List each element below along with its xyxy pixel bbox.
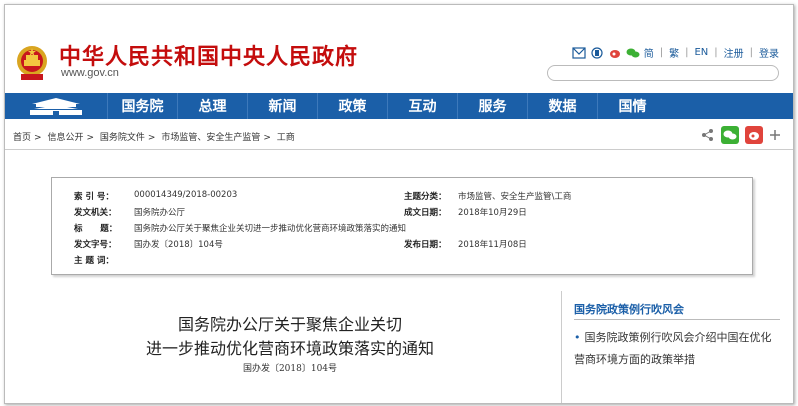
written-date-value: 2018年10月29日 [458, 208, 527, 218]
doc-title-value: 国务院办公厅关于聚焦企业关切进一步推动优化营商环境政策落实的通知 [134, 224, 407, 234]
publish-date-label: 发布日期： [404, 240, 447, 250]
breadcrumb-separator: > [147, 133, 156, 143]
breadcrumb-xinxi-gongkai[interactable]: 信息公开 [47, 133, 83, 143]
bullet-icon: • [574, 331, 581, 344]
sidebar-link[interactable]: • 国务院政策例行吹风会介绍中国在优化营商环境方面的政策举措 [574, 327, 780, 371]
breadcrumb-shichang-jianguan[interactable]: 市场监管、安全生产监管 [161, 133, 260, 143]
topic-label: 主题分类： [404, 192, 447, 202]
publish-date-value: 2018年11月08日 [458, 240, 527, 250]
sidebar-link-text[interactable]: 国务院政策例行吹风会介绍中国在优化营商环境方面的政策举措 [574, 331, 772, 366]
breadcrumb-separator: > [263, 133, 271, 143]
issuing-authority-label: 发文机关： [74, 208, 117, 218]
site-url[interactable]: www.gov.cn [61, 67, 119, 79]
breadcrumb-separator: > [34, 133, 42, 143]
share-icon[interactable] [701, 128, 715, 142]
wechat-icon[interactable] [626, 47, 640, 59]
sidebar-title[interactable]: 国务院政策例行吹风会 [574, 301, 684, 317]
english-link[interactable]: EN [694, 47, 708, 58]
doc-number-label: 发文字号： [74, 240, 117, 250]
info-row: 发文机关： 国务院办公厅 成文日期： 2018年10月29日 [52, 206, 752, 219]
topic-value: 市场监管、安全生产监管\工商 [458, 192, 572, 202]
sidebar-divider [574, 319, 780, 320]
nav-item-xinwen[interactable]: 新闻 [247, 93, 317, 119]
article-title-line-2: 进一步推动优化营商环境政策落实的通知 [145, 339, 434, 358]
mobile-icon[interactable] [590, 46, 604, 59]
breadcrumb-home[interactable]: 首页 [13, 133, 31, 143]
breadcrumb-guowuyuan-wenjian[interactable]: 国务院文件 [100, 133, 145, 143]
article-doc-number: 国办发〔2018〕104号 [242, 364, 338, 374]
nav-item-fuwu[interactable]: 服务 [457, 93, 527, 119]
info-row: 标 题： 国务院办公厅关于聚焦企业关切进一步推动优化营商环境政策落实的通知 [52, 222, 752, 235]
weibo-share-button[interactable] [745, 126, 763, 144]
share-bar [701, 126, 781, 144]
simplified-chinese-link[interactable]: 简 [644, 45, 654, 60]
written-date-label: 成文日期： [404, 208, 447, 218]
info-row: 发文字号： 国办发〔2018〕104号 发布日期： 2018年11月08日 [52, 238, 752, 251]
browser-page: 中华人民共和国中央人民政府 www.gov.cn 简 | 繁 | EN | 注册… [4, 4, 794, 404]
tiananmen-icon [30, 98, 82, 115]
breadcrumb-gongshang[interactable]: 工商 [277, 133, 295, 143]
article-title-line-1: 国务院办公厅关于聚焦企业关切 [177, 315, 402, 334]
wechat-icon [723, 130, 737, 140]
info-row: 主 题 词： [52, 254, 752, 267]
main-nav: 国务院 总理 新闻 政策 互动 服务 数据 国情 [5, 93, 793, 119]
doc-title-label: 标 题： [74, 224, 118, 234]
search-input[interactable] [547, 65, 779, 81]
breadcrumb-separator: > [86, 133, 94, 143]
document-info-box: 索 引 号： 000014349/2018-00203 主题分类： 市场监管、安… [51, 177, 753, 275]
nav-item-shuju[interactable]: 数据 [527, 93, 597, 119]
toolbar-separator: | [685, 47, 689, 58]
weibo-icon[interactable] [608, 47, 622, 59]
nav-item-hudong[interactable]: 互动 [387, 93, 457, 119]
site-header: 中华人民共和国中央人民政府 www.gov.cn 简 | 繁 | EN | 注册… [5, 5, 793, 91]
nav-item-zongli[interactable]: 总理 [177, 93, 247, 119]
breadcrumb: 首页 > 信息公开 > 国务院文件 > 市场监管、安全生产监管 > 工商 [13, 130, 298, 143]
nav-item-zhengce[interactable]: 政策 [317, 93, 387, 119]
toolbar-separator: | [749, 47, 753, 58]
traditional-chinese-link[interactable]: 繁 [669, 45, 679, 60]
nav-item-guoqing[interactable]: 国情 [597, 93, 667, 119]
info-row: 索 引 号： 000014349/2018-00203 主题分类： 市场监管、安… [52, 190, 752, 203]
toolbar-separator: | [659, 47, 664, 58]
national-emblem-icon[interactable] [15, 43, 49, 83]
right-sidebar: 国务院政策例行吹风会 • 国务院政策例行吹风会介绍中国在优化营商环境方面的政策举措 [561, 291, 793, 403]
index-number-value: 000014349/2018-00203 [134, 190, 238, 200]
doc-number-value: 国办发〔2018〕104号 [134, 240, 223, 250]
nav-item-guowuyuan[interactable]: 国务院 [107, 93, 177, 119]
weibo-icon [749, 132, 759, 140]
keywords-label: 主 题 词： [74, 256, 114, 266]
register-link[interactable]: 注册 [724, 45, 744, 60]
nav-home-tiananmen[interactable] [5, 93, 107, 119]
wechat-share-button[interactable] [721, 126, 739, 144]
divider [5, 149, 793, 150]
mail-icon[interactable] [572, 46, 586, 59]
login-link[interactable]: 登录 [759, 45, 779, 60]
toolbar-separator: | [714, 47, 718, 58]
issuing-authority-value: 国务院办公厅 [134, 208, 186, 218]
plus-icon[interactable] [769, 129, 781, 141]
index-number-label: 索 引 号： [74, 192, 114, 202]
header-toolbar: 简 | 繁 | EN | 注册 | 登录 [572, 45, 779, 60]
